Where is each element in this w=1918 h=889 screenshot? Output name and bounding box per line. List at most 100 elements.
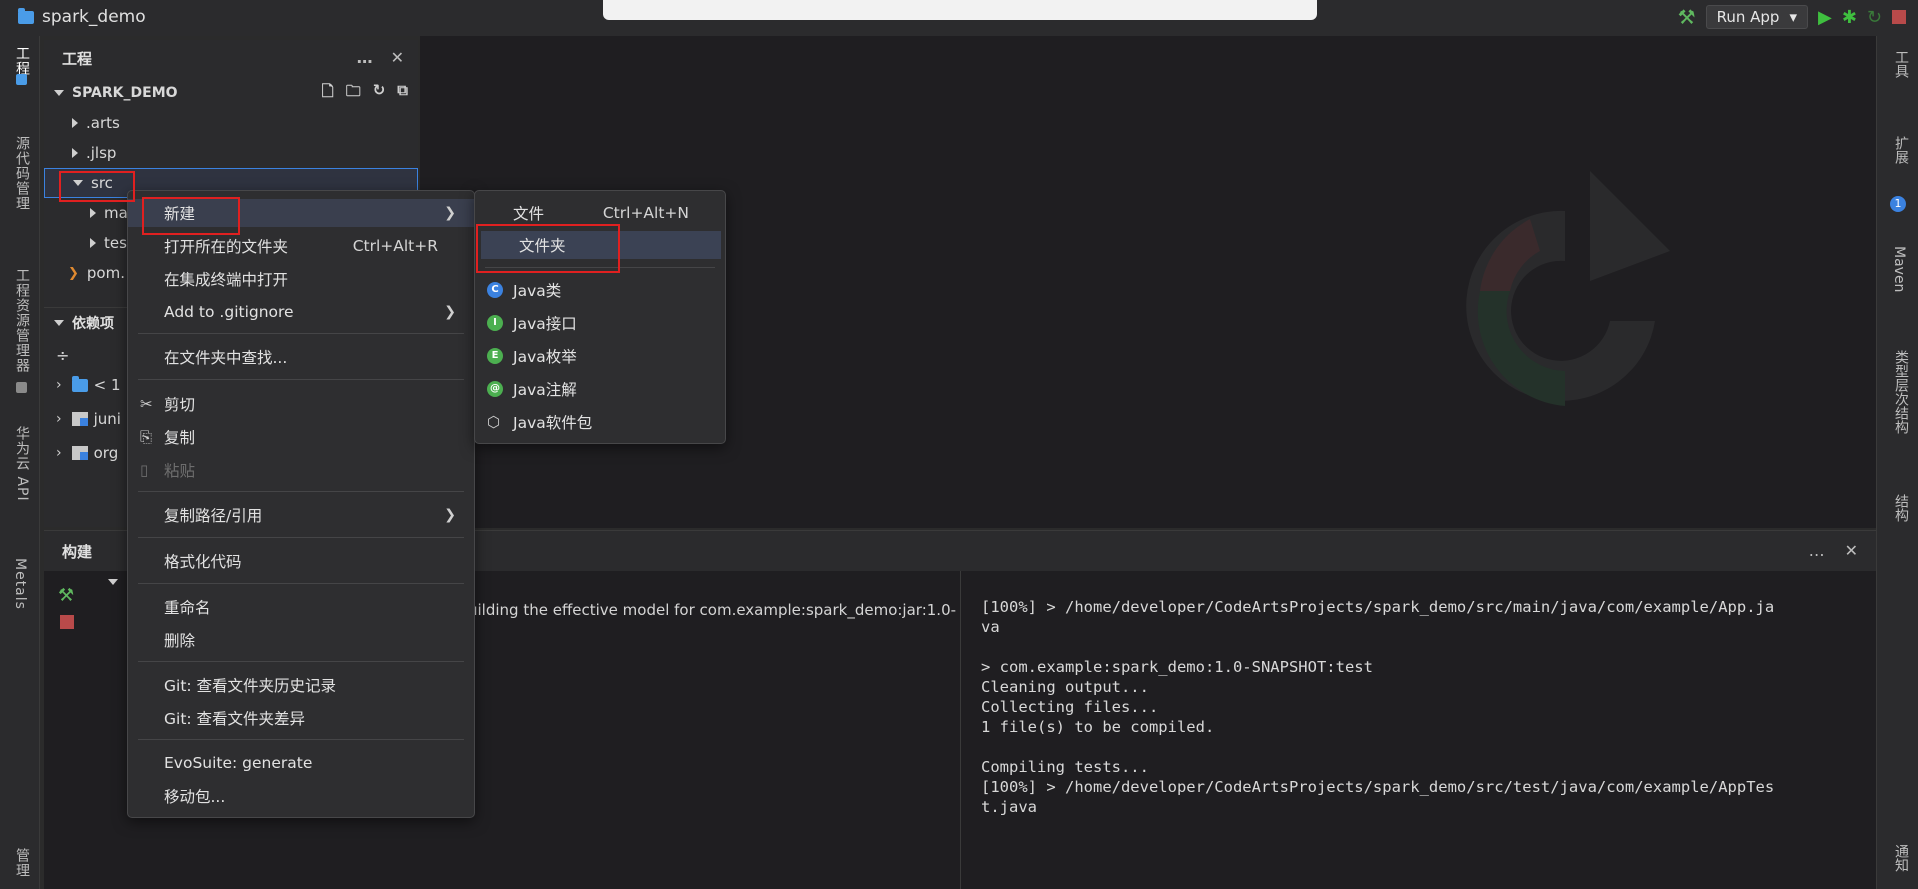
submenu-item-file[interactable]: 文件 Ctrl+Alt+N (475, 199, 725, 227)
console-line: [100%] > /home/developer/CodeArtsProject… (981, 778, 1775, 796)
menu-item-evosuite[interactable]: EvoSuite: generate (128, 749, 474, 777)
tree-item[interactable]: .jlsp (44, 138, 418, 168)
copy-icon: ⎘ (140, 428, 153, 446)
right-tool-bar: 工具 扩展 1 Maven 类型层次结构 结构 通知 (1876, 36, 1918, 889)
menu-item-label: 移动包... (164, 788, 226, 806)
run-toolbar: ⚒ Run App ▾ ▶ ✱ ↻ (1678, 5, 1918, 29)
chevron-right-icon: › (56, 377, 62, 393)
chevron-right-icon: ❯ (444, 507, 456, 523)
project-tab-icon (16, 74, 27, 85)
collapse-icon[interactable]: ⧉ (397, 81, 408, 106)
stop-icon[interactable] (1892, 10, 1906, 24)
menu-item-find-in-folder[interactable]: 在文件夹中查找... (128, 343, 474, 371)
tab-project[interactable]: 工程 (12, 46, 32, 76)
submenu-item-java-class[interactable]: C Java类 (475, 276, 725, 304)
caret-right-icon (90, 208, 96, 218)
run-config-select[interactable]: Run App ▾ (1705, 5, 1808, 29)
menu-item-rename[interactable]: 重命名 (128, 593, 474, 621)
chevron-right-icon: ❯ (444, 304, 456, 320)
folder-icon (18, 7, 34, 24)
reload-icon[interactable]: ↻ (1867, 7, 1882, 28)
more-icon[interactable]: … (1809, 541, 1825, 560)
menu-separator (138, 379, 464, 380)
tab-metals[interactable]: Metals (12, 558, 28, 610)
tab-structure[interactable]: 结构 (1891, 494, 1911, 522)
menu-item-label: Java类 (513, 282, 562, 300)
menu-item-label: EvoSuite: generate (164, 754, 313, 772)
menu-item-open-terminal[interactable]: 在集成终端中打开 (128, 265, 474, 293)
chevron-down-icon: ▾ (1789, 8, 1797, 26)
shortcut-label: Ctrl+Alt+R (352, 237, 438, 255)
clipboard-icon: ▯ (140, 461, 149, 479)
console-line: Collecting files... (981, 698, 1159, 716)
menu-item-label: Java软件包 (513, 414, 593, 432)
submenu-item-java-annotation[interactable]: @ Java注解 (475, 375, 725, 403)
context-menu: 新建 ❯ 打开所在的文件夹 Ctrl+Alt+R 在集成终端中打开 Add to… (127, 190, 475, 818)
codearts-logo-icon (1466, 171, 1670, 406)
menu-item-label: 复制 (164, 429, 196, 447)
chevron-right-icon: ❯ (444, 205, 456, 221)
command-search-bar[interactable] (603, 0, 1317, 20)
menu-item-delete[interactable]: 删除 (128, 626, 474, 654)
submenu-item-java-enum[interactable]: E Java枚举 (475, 342, 725, 370)
project-title[interactable]: spark_demo (18, 7, 146, 27)
run-icon[interactable]: ▶ (1818, 7, 1832, 28)
menu-item-move-package[interactable]: 移动包... (128, 782, 474, 810)
shortcut-label: Ctrl+Alt+N (602, 204, 689, 222)
tab-tools[interactable]: 工具 (1891, 50, 1911, 78)
menu-item-add-gitignore[interactable]: Add to .gitignore ❯ (128, 298, 474, 326)
menu-item-git-diff[interactable]: Git: 查看文件夹差异 (128, 704, 474, 732)
menu-item-label: 删除 (164, 632, 196, 650)
tab-manage[interactable]: 管理 (12, 848, 32, 878)
menu-item-format-code[interactable]: 格式化代码 (128, 547, 474, 575)
menu-separator (138, 583, 464, 584)
stop-icon[interactable] (60, 615, 74, 629)
tab-huawei-cloud-api[interactable]: 华为云 API (12, 426, 32, 502)
build-hammer-icon[interactable]: ⚒ (1678, 5, 1696, 29)
menu-item-cut[interactable]: ✂ 剪切 (128, 390, 474, 418)
build-panel-title: 构建 (62, 542, 93, 561)
close-icon[interactable]: ✕ (391, 48, 404, 67)
new-folder-icon[interactable]: 🗀 (346, 81, 361, 106)
menu-item-git-history[interactable]: Git: 查看文件夹历史记录 (128, 671, 474, 699)
tree-item[interactable]: .arts (44, 108, 418, 138)
tab-type-hierarchy[interactable]: 类型层次结构 (1891, 350, 1911, 434)
menu-item-open-folder[interactable]: 打开所在的文件夹 Ctrl+Alt+R (128, 232, 474, 260)
dependency-label: < 1 (93, 376, 121, 394)
submenu-item-folder[interactable]: 文件夹 (481, 231, 721, 259)
tree-item-label: ma (104, 204, 128, 222)
new-file-icon[interactable]: 🗋 (322, 81, 334, 106)
menu-item-label: Git: 查看文件夹历史记录 (164, 677, 337, 695)
caret-down-icon[interactable] (108, 579, 118, 585)
caret-right-icon (90, 238, 96, 248)
refresh-icon[interactable]: ↻ (373, 81, 386, 106)
submenu-item-java-package[interactable]: ⬡ Java软件包 (475, 408, 725, 436)
tab-notifications[interactable]: 通知 (1891, 844, 1911, 872)
build-hammer-icon[interactable]: ⚒ (58, 585, 74, 606)
console-line: [100%] > /home/developer/CodeArtsProject… (981, 598, 1775, 616)
debug-icon[interactable]: ✱ (1842, 7, 1857, 28)
submenu-item-java-interface[interactable]: I Java接口 (475, 309, 725, 337)
tree-item-label: .arts (86, 114, 120, 132)
tab-maven[interactable]: Maven (1891, 246, 1907, 292)
close-icon[interactable]: ✕ (1845, 541, 1858, 560)
dependencies-title: 依赖项 (72, 315, 114, 332)
more-icon[interactable]: … (357, 48, 373, 67)
build-console-output: [100%] > /home/developer/CodeArtsProject… (960, 571, 1876, 889)
xml-file-icon: ❯ (68, 265, 79, 281)
tree-root[interactable]: SPARK_DEMO 🗋 🗀 ↻ ⧉ (44, 78, 418, 108)
tab-extensions[interactable]: 扩展 (1891, 136, 1911, 164)
menu-item-copy[interactable]: ⎘ 复制 (128, 423, 474, 451)
menu-item-new[interactable]: 新建 ❯ (128, 199, 474, 227)
menu-item-label: 新建 (164, 205, 196, 223)
project-panel-title: 工程 (62, 49, 93, 68)
menu-separator (485, 267, 715, 268)
java-annotation-icon: @ (487, 381, 503, 397)
tab-source-control[interactable]: 源代码管理 (12, 136, 32, 211)
menu-separator (138, 333, 464, 334)
menu-item-copy-path[interactable]: 复制路径/引用 ❯ (128, 501, 474, 529)
chevron-right-icon: › (56, 411, 62, 427)
tab-resource-explorer[interactable]: 工程资源管理器 (12, 268, 32, 373)
console-line: > com.example:spark_demo:1.0-SNAPSHOT:te… (981, 658, 1373, 676)
